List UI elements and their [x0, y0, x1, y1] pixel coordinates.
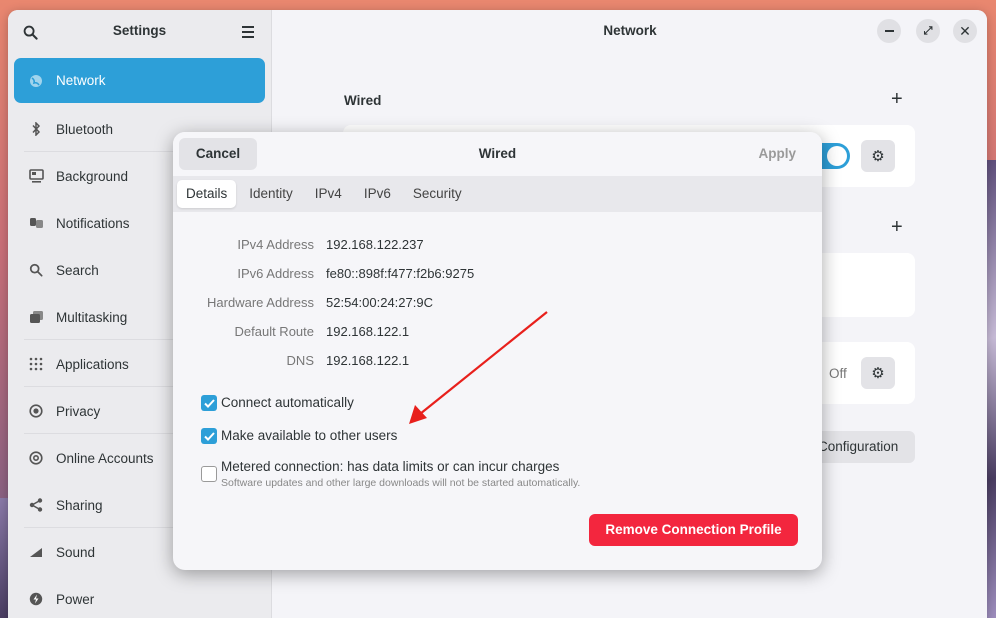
- main-header: Network ⤢ ✕: [273, 10, 987, 52]
- sound-icon: [28, 544, 44, 560]
- sidebar-item-label: Network: [56, 73, 106, 88]
- close-icon: ✕: [959, 22, 971, 39]
- plus-icon: +: [891, 88, 903, 110]
- remove-connection-profile-button[interactable]: Remove Connection Profile: [589, 514, 798, 546]
- detail-value: 52:54:00:24:27:9C: [326, 295, 433, 310]
- sidebar-item-label: Online Accounts: [56, 450, 154, 466]
- available-users-label: Make available to other users: [221, 428, 398, 443]
- sidebar-header: Settings: [8, 10, 271, 52]
- metered-checkbox[interactable]: [201, 466, 217, 482]
- checkmark-icon: [203, 398, 215, 408]
- dialog-title: Wired: [478, 146, 517, 161]
- sidebar-item-label: Background: [56, 168, 129, 184]
- maximize-icon: ⤢: [923, 24, 933, 37]
- hamburger-icon: [242, 26, 254, 38]
- multitasking-icon: [28, 309, 44, 325]
- plus-icon: +: [891, 216, 903, 238]
- wired-dialog: Cancel Wired Apply Details Identity IPv4…: [173, 132, 822, 570]
- sidebar-title: Settings: [112, 23, 167, 38]
- sidebar-item-label: Sharing: [56, 497, 103, 513]
- sidebar-item-label: Bluetooth: [56, 121, 114, 137]
- sidebar-item-network[interactable]: Network: [14, 58, 265, 103]
- dialog-header: Cancel Wired Apply: [173, 132, 822, 176]
- tab-ipv6[interactable]: IPv6: [355, 180, 400, 208]
- tab-details[interactable]: Details: [177, 180, 237, 208]
- at-icon: [28, 450, 44, 466]
- sidebar-item-label: Notifications: [56, 215, 130, 231]
- dialog-tabs: Details Identity IPv4 IPv6 Security: [173, 176, 822, 212]
- detail-label: DNS: [286, 353, 314, 368]
- minimize-button[interactable]: [877, 19, 901, 43]
- tab-security[interactable]: Security: [404, 180, 471, 208]
- sidebar-item-label: Sound: [56, 544, 96, 560]
- minimize-icon: [884, 30, 894, 32]
- bluetooth-icon: [28, 121, 44, 137]
- detail-value: 192.168.122.1: [326, 353, 410, 368]
- wired-settings-button[interactable]: ⚙: [861, 140, 895, 172]
- configuration-button[interactable]: Configuration: [810, 431, 915, 463]
- menu-button[interactable]: [237, 20, 261, 44]
- privacy-icon: [28, 403, 44, 419]
- detail-value: 192.168.122.1: [326, 324, 410, 339]
- metered-description: Software updates and other large downloa…: [221, 477, 581, 489]
- tab-ipv4[interactable]: IPv4: [306, 180, 351, 208]
- add-vpn-button[interactable]: +: [891, 216, 903, 239]
- maximize-button[interactable]: ⤢: [916, 19, 940, 43]
- monitor-icon: [28, 168, 44, 184]
- power-icon: [28, 591, 44, 607]
- sidebar-item-power[interactable]: Power: [14, 576, 265, 618]
- checkmark-icon: [203, 431, 215, 441]
- detail-row: Hardware Address 52:54:00:24:27:9C: [173, 295, 822, 315]
- connect-automatically-checkbox[interactable]: [201, 395, 217, 411]
- gear-icon: ⚙: [871, 148, 885, 165]
- search-icon: [28, 262, 44, 278]
- gear-icon: ⚙: [871, 365, 885, 382]
- detail-row: DNS 192.168.122.1: [173, 353, 822, 373]
- detail-row: IPv4 Address 192.168.122.237: [173, 237, 822, 257]
- detail-label: IPv4 Address: [237, 237, 314, 252]
- globe-icon: [28, 73, 44, 89]
- sidebar-item-label: Search: [56, 262, 99, 278]
- detail-value: 192.168.122.237: [326, 237, 424, 252]
- metered-label: Metered connection: has data limits or c…: [221, 459, 560, 474]
- proxy-status: Off: [829, 366, 847, 381]
- connect-automatically-label: Connect automatically: [221, 395, 354, 410]
- sidebar-item-label: Power: [56, 591, 95, 607]
- wired-section-title: Wired: [344, 93, 382, 108]
- proxy-settings-button[interactable]: ⚙: [861, 357, 895, 389]
- detail-label: IPv6 Address: [237, 266, 314, 281]
- grid-icon: [28, 356, 44, 372]
- available-users-checkbox[interactable]: [201, 428, 217, 444]
- wired-toggle[interactable]: [820, 143, 850, 169]
- detail-row: IPv6 Address fe80::898f:f477:f2b6:9275: [173, 266, 822, 286]
- tab-identity[interactable]: Identity: [240, 180, 302, 208]
- sidebar-item-label: Multitasking: [56, 309, 128, 325]
- add-wired-button[interactable]: +: [891, 88, 903, 111]
- detail-value: fe80::898f:f477:f2b6:9275: [326, 266, 475, 281]
- detail-row: Default Route 192.168.122.1: [173, 324, 822, 344]
- sidebar-item-label: Privacy: [56, 403, 101, 419]
- apply-button[interactable]: Apply: [758, 146, 796, 161]
- close-button[interactable]: ✕: [953, 19, 977, 43]
- detail-label: Default Route: [234, 324, 315, 339]
- bell-icon: [28, 215, 44, 231]
- toggle-knob: [827, 146, 847, 166]
- detail-label: Hardware Address: [207, 295, 314, 310]
- share-icon: [28, 497, 44, 513]
- sidebar-item-label: Applications: [56, 356, 129, 372]
